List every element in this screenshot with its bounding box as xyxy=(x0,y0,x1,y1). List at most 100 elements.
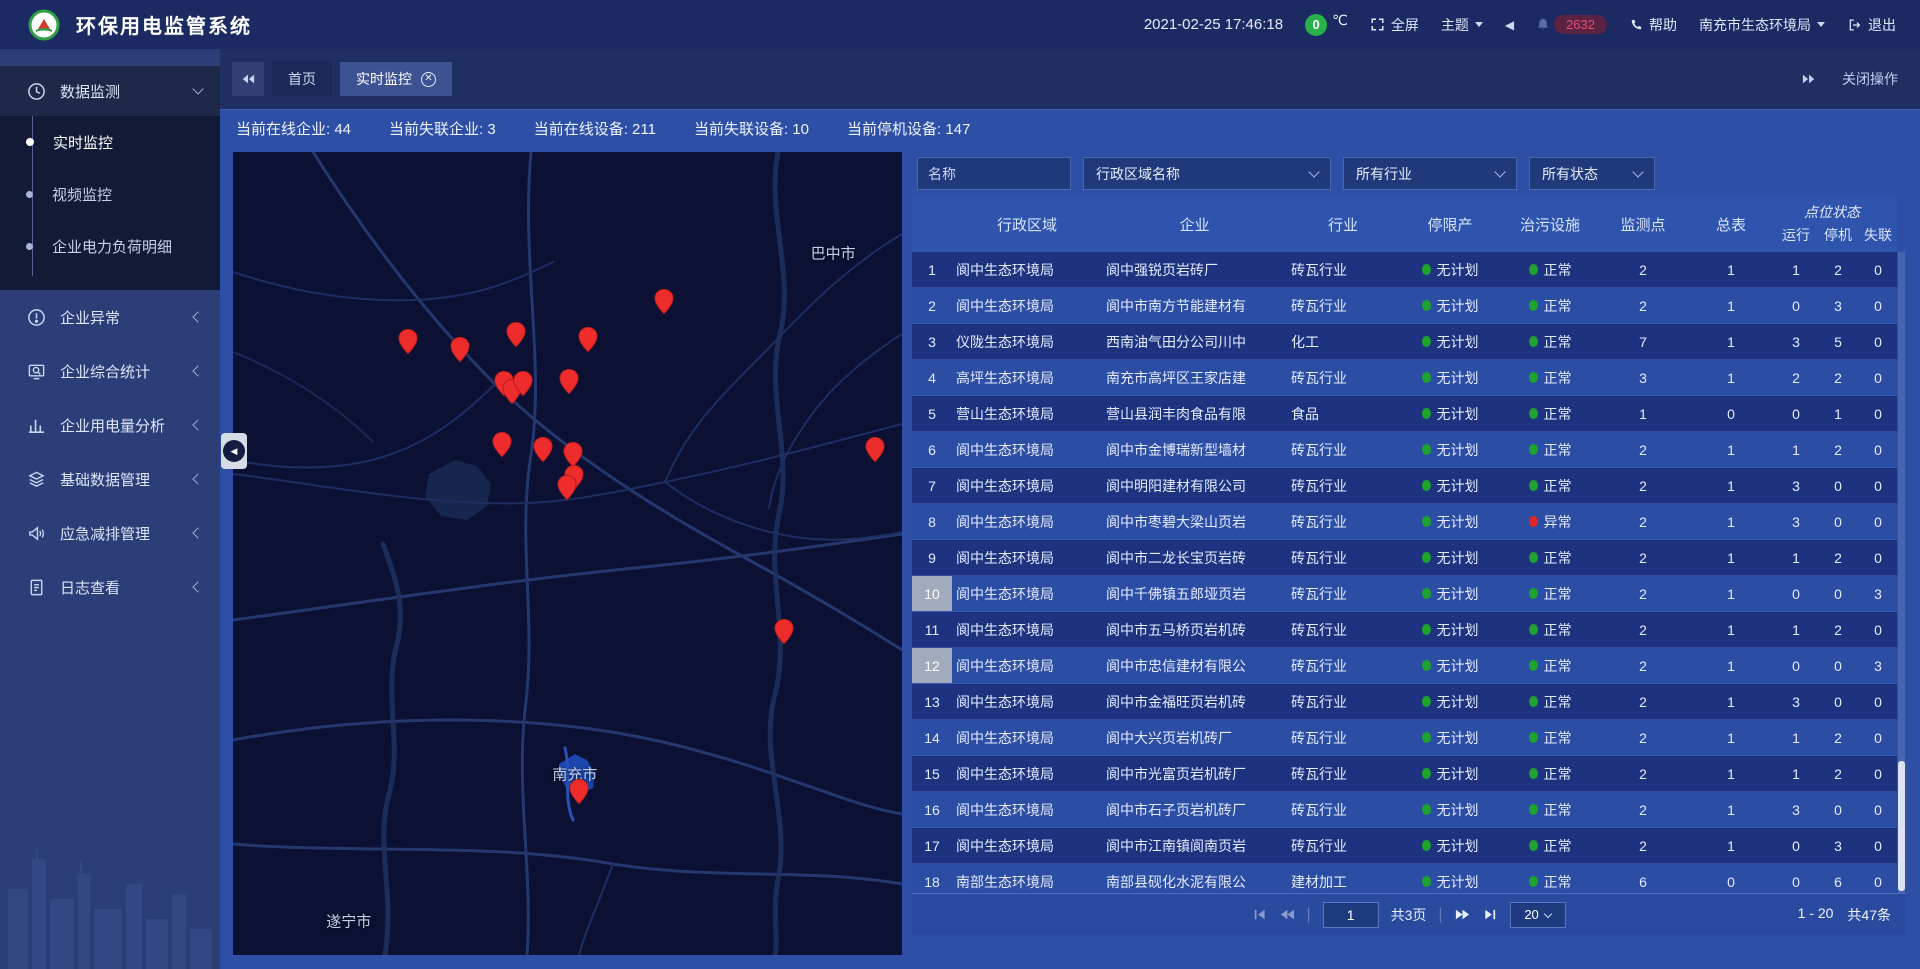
table-row[interactable]: 11阆中生态环境局阆中市五马桥页岩机砖砖瓦行业无计划正常21120 xyxy=(912,612,1897,648)
cell-total-meters: 1 xyxy=(1687,648,1775,683)
table-scrollbar[interactable] xyxy=(1898,252,1905,893)
table-row[interactable]: 18南部生态环境局南部县砚化水泥有限公建材加工无计划正常60060 xyxy=(912,864,1897,893)
stats-icon xyxy=(26,361,46,381)
notifications[interactable]: 2632 xyxy=(1536,15,1607,34)
fullscreen-button[interactable]: 全屏 xyxy=(1370,15,1419,35)
map-pin-icon[interactable] xyxy=(491,431,512,463)
table-row[interactable]: 16阆中生态环境局阆中市石子页岩机砖厂砖瓦行业无计划正常21300 xyxy=(912,792,1897,828)
status-dot-icon xyxy=(1529,264,1538,275)
table-row[interactable]: 13阆中生态环境局阆中市金福旺页岩机砖砖瓦行业无计划正常21300 xyxy=(912,684,1897,720)
scrollbar-thumb[interactable] xyxy=(1898,761,1905,891)
cell-facility-status: 正常 xyxy=(1501,324,1599,359)
sidebar-item-企业异常[interactable]: 企业异常 xyxy=(0,290,220,344)
help-button[interactable]: 帮助 xyxy=(1629,15,1677,35)
table-row[interactable]: 5营山生态环境局营山县润丰肉食品有限食品无计划正常10010 xyxy=(912,396,1897,432)
status-dot-icon xyxy=(1422,876,1431,887)
sidebar-item-基础数据管理[interactable]: 基础数据管理 xyxy=(0,452,220,506)
page-number-input[interactable] xyxy=(1323,902,1379,928)
cell-running: 0 xyxy=(1775,576,1817,611)
map-pin-icon[interactable] xyxy=(774,618,795,650)
map-panel[interactable]: 巴中市南充市遂宁市 ◀ xyxy=(233,152,902,955)
sidebar-group-数据监测[interactable]: 数据监测 xyxy=(0,66,220,116)
table-row[interactable]: 15阆中生态环境局阆中市光富页岩机砖厂砖瓦行业无计划正常21120 xyxy=(912,756,1897,792)
sidebar-item-企业综合统计[interactable]: 企业综合统计 xyxy=(0,344,220,398)
table-row[interactable]: 8阆中生态环境局阆中市枣碧大梁山页岩砖瓦行业无计划异常21300 xyxy=(912,504,1897,540)
table-row[interactable]: 9阆中生态环境局阆中市二龙长宝页岩砖砖瓦行业无计划正常21120 xyxy=(912,540,1897,576)
sidebar-item-日志查看[interactable]: 日志查看 xyxy=(0,560,220,614)
cell-facility-status: 正常 xyxy=(1501,288,1599,323)
table-row[interactable]: 2阆中生态环境局阆中市南方节能建材有砖瓦行业无计划正常21030 xyxy=(912,288,1897,324)
cell-running: 0 xyxy=(1775,864,1817,893)
map-pin-icon[interactable] xyxy=(865,436,886,468)
notice-collapse-icon[interactable]: ◀ xyxy=(1505,18,1514,32)
prev-page-button[interactable] xyxy=(1278,908,1294,921)
next-page-button[interactable] xyxy=(1455,908,1471,921)
table-row[interactable]: 3仪陇生态环境局西南油气田分公司川中化工无计划正常71350 xyxy=(912,324,1897,360)
clock-icon xyxy=(26,81,46,101)
map-pin-icon[interactable] xyxy=(449,336,470,368)
map-pin-icon[interactable] xyxy=(512,370,533,402)
cell-total-meters: 1 xyxy=(1687,828,1775,863)
table-row[interactable]: 4高坪生态环境局南充市高坪区王家店建砖瓦行业无计划正常31220 xyxy=(912,360,1897,396)
status-dot-icon xyxy=(1422,264,1431,275)
industry-select[interactable]: 所有行业 xyxy=(1343,157,1517,190)
logout-button[interactable]: 退出 xyxy=(1847,15,1896,35)
tab-bar: 首页实时监控✕ 关闭操作 xyxy=(220,49,1920,110)
cell-region: 南部生态环境局 xyxy=(952,864,1102,893)
cell-company: 阆中市光富页岩机砖厂 xyxy=(1102,756,1287,791)
page-size-select[interactable]: 20 xyxy=(1510,902,1566,928)
region-select[interactable]: 行政区域名称 xyxy=(1083,157,1331,190)
sidebar-item-应急减排管理[interactable]: 应急减排管理 xyxy=(0,506,220,560)
table-row[interactable]: 1阆中生态环境局阆中强锐页岩砖厂砖瓦行业无计划正常21120 xyxy=(912,252,1897,288)
last-page-button[interactable] xyxy=(1483,908,1498,921)
status-dot-icon xyxy=(1529,876,1538,887)
status-select[interactable]: 所有状态 xyxy=(1529,157,1655,190)
table-row[interactable]: 14阆中生态环境局阆中大兴页岩机砖厂砖瓦行业无计划正常21120 xyxy=(912,720,1897,756)
org-menu[interactable]: 南充市生态环境局 xyxy=(1699,15,1825,35)
header-行政区域: 行政区域 xyxy=(952,196,1102,252)
tab-scroll-left-button[interactable] xyxy=(232,62,264,96)
stat-item: 当前在线企业: 44 xyxy=(236,118,351,139)
close-operations-button[interactable]: 关闭操作 xyxy=(1842,69,1898,89)
cell-limit-status: 无计划 xyxy=(1399,396,1501,431)
total-count-label: 共47条 xyxy=(1847,905,1891,925)
table-row[interactable]: 12阆中生态环境局阆中市忠信建材有限公砖瓦行业无计划正常21003 xyxy=(912,648,1897,684)
map-pin-icon[interactable] xyxy=(568,778,589,810)
status-dot-icon xyxy=(1422,624,1431,635)
cell-industry: 砖瓦行业 xyxy=(1287,828,1399,863)
first-page-button[interactable] xyxy=(1251,908,1266,921)
sidebar-item-企业电力负荷明细[interactable]: 企业电力负荷明细 xyxy=(0,220,220,272)
header-企业: 企业 xyxy=(1102,196,1287,252)
name-search-input[interactable] xyxy=(917,157,1071,190)
table-row[interactable]: 7阆中生态环境局阆中明阳建材有限公司砖瓦行业无计划正常21300 xyxy=(912,468,1897,504)
total-pages-label: 共3页 xyxy=(1391,905,1427,925)
map-pin-icon[interactable] xyxy=(398,328,419,360)
table-row[interactable]: 17阆中生态环境局阆中市江南镇阆南页岩砖瓦行业无计划正常21030 xyxy=(912,828,1897,864)
map-pin-icon[interactable] xyxy=(505,321,526,353)
map-pin-icon[interactable] xyxy=(653,288,674,320)
map-pin-icon[interactable] xyxy=(558,368,579,400)
cell-running: 0 xyxy=(1775,828,1817,863)
tab-实时监控[interactable]: 实时监控✕ xyxy=(340,62,452,96)
map-collapse-handle[interactable]: ◀ xyxy=(221,433,247,469)
status-dot-icon xyxy=(1529,588,1538,599)
sidebar-item-企业用电量分析[interactable]: 企业用电量分析 xyxy=(0,398,220,452)
tab-首页[interactable]: 首页 xyxy=(272,62,332,96)
double-right-icon[interactable] xyxy=(1802,73,1816,85)
close-icon[interactable]: ✕ xyxy=(421,72,436,87)
theme-menu[interactable]: 主题 xyxy=(1441,15,1483,35)
cell-stopped: 2 xyxy=(1817,540,1859,575)
phone-icon xyxy=(1629,18,1643,32)
cell-total-meters: 1 xyxy=(1687,576,1775,611)
map-pin-icon[interactable] xyxy=(556,474,577,506)
chevron-left-icon xyxy=(192,365,203,376)
table-row[interactable]: 10阆中生态环境局阆中千佛镇五郎垭页岩砖瓦行业无计划正常21003 xyxy=(912,576,1897,612)
sidebar-item-实时监控[interactable]: 实时监控 xyxy=(0,116,220,168)
map-pin-icon[interactable] xyxy=(532,436,553,468)
map-pin-icon[interactable] xyxy=(578,326,599,358)
cell-stopped: 2 xyxy=(1817,432,1859,467)
cell-limit-status: 无计划 xyxy=(1399,252,1501,287)
cell-region: 阆中生态环境局 xyxy=(952,504,1102,539)
sidebar-item-视频监控[interactable]: 视频监控 xyxy=(0,168,220,220)
table-row[interactable]: 6阆中生态环境局阆中市金博瑞新型墙材砖瓦行业无计划正常21120 xyxy=(912,432,1897,468)
